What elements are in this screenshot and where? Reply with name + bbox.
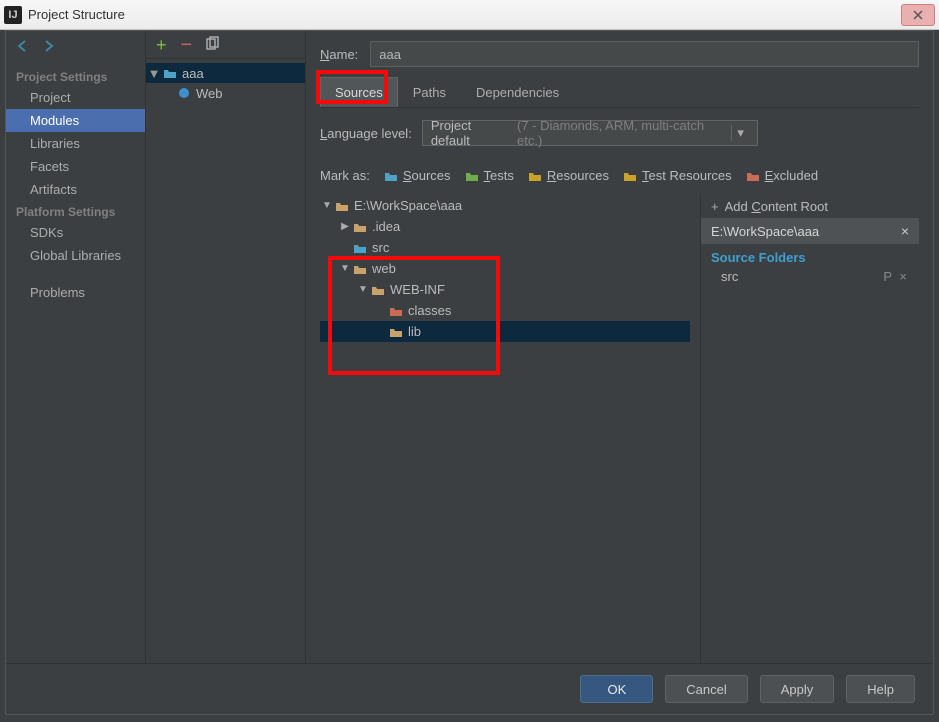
source-tree-node[interactable]: ▼E:\WorkSpace\aaa [320,195,690,216]
content-root-path-row[interactable]: E:\WorkSpace\aaa × [701,218,919,244]
source-tree-node[interactable]: classes [320,300,690,321]
source-folder-ops[interactable]: P × [883,269,909,284]
apply-button[interactable]: Apply [760,675,835,703]
module-add-button[interactable]: + [156,36,167,54]
language-level-value: Project default [431,118,511,148]
cancel-button[interactable]: Cancel [665,675,747,703]
folder-icon [623,170,637,182]
language-level-value-dim: (7 - Diamonds, ARM, multi-catch etc.) [517,118,725,148]
mark-as-resources[interactable]: Resources [528,168,609,183]
source-folders-heading: Source Folders [701,244,919,267]
source-tree-node-label: WEB-INF [390,282,445,297]
folder-icon [353,221,367,233]
help-button[interactable]: Help [846,675,915,703]
module-tree: ▼ aaa Web [146,59,305,107]
nav-item-facets[interactable]: Facets [6,155,145,178]
nav-forward-button[interactable] [42,39,56,56]
mark-as-label: Mark as: [320,168,370,183]
mark-as-excluded[interactable]: Excluded [746,168,818,183]
module-tree-root[interactable]: ▼ aaa [146,63,305,83]
nav-item-sdks[interactable]: SDKs [6,221,145,244]
module-tree-child-label: Web [196,86,223,101]
close-icon [912,9,924,21]
module-tree-child-web[interactable]: Web [146,83,305,103]
ok-button[interactable]: OK [580,675,653,703]
nav-item-global-libraries[interactable]: Global Libraries [6,244,145,267]
arrow-right-icon [42,39,56,53]
mark-as-tests[interactable]: Tests [465,168,514,183]
source-tree-node-label: E:\WorkSpace\aaa [354,198,462,213]
tab-sources[interactable]: Sources [320,77,398,107]
module-tree-root-label: aaa [182,66,204,81]
source-tree-node[interactable]: ▼WEB-INF [320,279,690,300]
source-tree-node-label: classes [408,303,451,318]
language-level-select[interactable]: Project default (7 - Diamonds, ARM, mult… [422,120,758,146]
sidebar-nav: Project Settings ProjectModulesLibraries… [6,31,146,663]
source-folder-label: src [721,269,738,284]
tab-paths[interactable]: Paths [398,77,461,107]
plus-icon: + [711,199,719,214]
folder-icon [335,200,349,212]
mark-as-sources[interactable]: Sources [384,168,451,183]
content-root-remove-button[interactable]: × [901,223,909,239]
window-titlebar: IJ Project Structure [0,0,939,30]
globe-icon [177,87,191,99]
window-close-button[interactable] [901,4,935,26]
nav-item-artifacts[interactable]: Artifacts [6,178,145,201]
folder-icon [389,305,403,317]
nav-item-project[interactable]: Project [6,86,145,109]
source-tree-node-label: web [372,261,396,276]
source-tree-node-label: lib [408,324,421,339]
module-icon [163,67,177,79]
folder-icon [353,242,367,254]
folder-icon [389,326,403,338]
nav-item-libraries[interactable]: Libraries [6,132,145,155]
content-root-path: E:\WorkSpace\aaa [711,224,819,239]
source-tree-node-label: src [372,240,389,255]
folder-icon [384,170,398,182]
source-tree-node[interactable]: ▼web [320,258,690,279]
folder-icon [371,284,385,296]
source-tree: ▼E:\WorkSpace\aaa▶.idea src ▼web▼WEB-INF cl… [320,195,690,663]
folder-icon [746,170,760,182]
mark-as-test-resources[interactable]: Test Resources [623,168,732,183]
name-label: Name: [320,47,358,62]
dialog-button-bar: OK Cancel Apply Help [6,664,933,714]
source-folder-row[interactable]: src P × [701,267,919,286]
folder-icon [528,170,542,182]
arrow-left-icon [16,39,30,53]
folder-icon [465,170,479,182]
module-pane: + − ▼ aaa Web [146,31,306,663]
app-icon: IJ [4,6,22,24]
nav-item-problems[interactable]: Problems [6,281,145,304]
module-copy-button[interactable] [206,36,220,53]
nav-heading-project-settings: Project Settings [6,66,145,86]
tabs: Sources Paths Dependencies [320,77,919,108]
source-tree-node[interactable]: ▶.idea [320,216,690,237]
source-tree-node-label: .idea [372,219,400,234]
nav-item-modules[interactable]: Modules [6,109,145,132]
source-tree-node[interactable]: src [320,237,690,258]
mark-as-row: Mark as: Sources Tests Resources Test Re… [320,168,919,183]
tab-dependencies[interactable]: Dependencies [461,77,574,107]
window-title: Project Structure [28,7,897,22]
content-root-panel: +Add Content Root E:\WorkSpace\aaa × Sou… [700,195,919,663]
nav-heading-platform-settings: Platform Settings [6,201,145,221]
module-remove-button[interactable]: − [181,35,193,55]
add-content-root-button[interactable]: +Add Content Root [701,195,919,218]
module-name-input[interactable] [370,41,919,67]
source-tree-node[interactable]: lib [320,321,690,342]
nav-back-button[interactable] [16,39,30,56]
editor-pane: Name: Sources Paths Dependencies Languag… [306,31,933,663]
folder-icon [353,263,367,275]
chevron-down-icon: ▾ [731,125,748,141]
copy-icon [206,36,220,50]
language-level-label: Language level: [320,126,412,141]
